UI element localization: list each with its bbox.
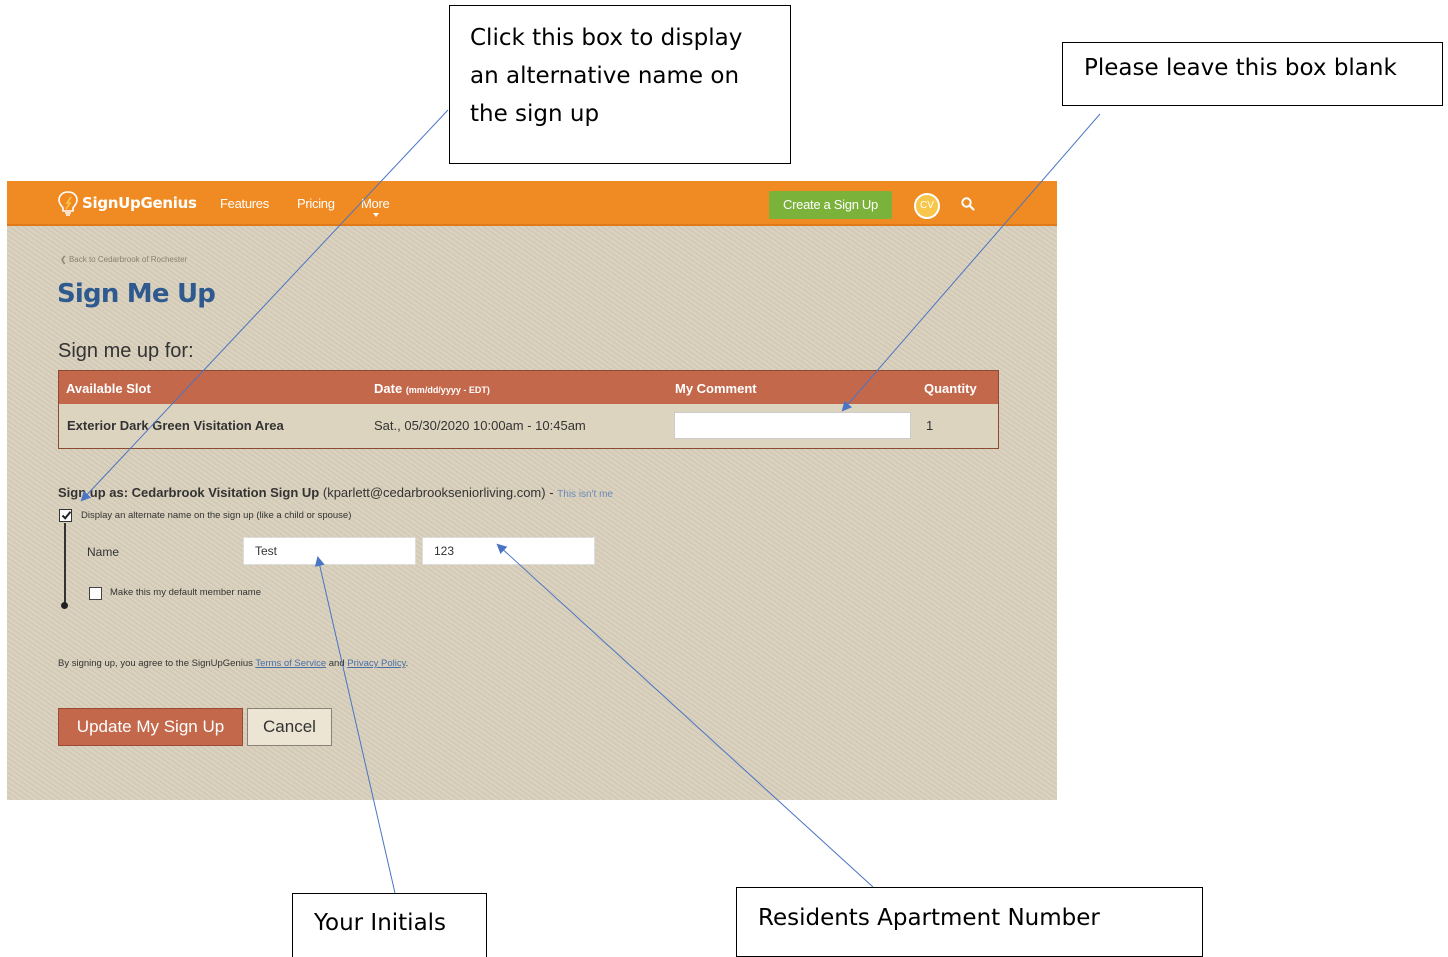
back-link[interactable]: ❮ Back to Cedarbrook of Rochester: [60, 255, 187, 264]
callout-alternate-name-line-2: an alternative name on: [470, 63, 740, 89]
header-my-comment: My Comment: [675, 381, 757, 396]
signup-as-name: Sign up as: Cedarbrook Visitation Sign U…: [58, 485, 320, 500]
cancel-button[interactable]: Cancel: [247, 708, 332, 746]
chevron-left-icon: ❮: [60, 255, 69, 264]
comment-input[interactable]: [674, 412, 911, 439]
search-icon[interactable]: [960, 196, 976, 212]
annotated-screenshot: Click this box to display an alternative…: [0, 0, 1448, 957]
callout-initials: Your Initials: [292, 893, 487, 957]
signup-as-line: Sign up as: Cedarbrook Visitation Sign U…: [58, 485, 613, 500]
callout-alternate-name-line-3: the sign up: [470, 101, 600, 127]
alternate-name-label: Display an alternate name on the sign up…: [81, 510, 352, 521]
header-available-slot: Available Slot: [66, 381, 151, 396]
update-sign-up-button[interactable]: Update My Sign Up: [58, 708, 243, 746]
agreement-text: By signing up, you agree to the SignUpGe…: [58, 658, 409, 669]
header-quantity: Quantity: [924, 381, 977, 396]
slots-table: Available Slot Date (mm/dd/yyyy - EDT) M…: [58, 370, 999, 449]
callout-alternate-name-line-1: Click this box to display: [470, 25, 743, 51]
logo-text: SignUpGenius: [82, 194, 197, 212]
name-label: Name: [87, 545, 120, 559]
signup-for-heading: Sign me up for:: [58, 340, 194, 362]
slot-name: Exterior Dark Green Visitation Area: [67, 418, 284, 433]
slot-date: Sat., 05/30/2020 10:00am - 10:45am: [374, 418, 586, 433]
default-member-name-label: Make this my default member name: [110, 587, 262, 598]
last-name-input[interactable]: 123: [422, 537, 595, 565]
header-date: Date (mm/dd/yyyy - EDT): [374, 381, 490, 396]
lightbulb-icon: [58, 191, 78, 216]
header-date-label: Date: [374, 381, 403, 396]
callout-apartment: Residents Apartment Number: [736, 887, 1203, 957]
nav-features[interactable]: Features: [220, 196, 269, 211]
page-title: Sign Me Up: [57, 279, 216, 309]
slot-quantity: 1: [926, 418, 934, 433]
alternate-section-dot: [61, 602, 68, 609]
privacy-policy-link[interactable]: Privacy Policy: [347, 658, 405, 669]
callout-leave-blank: Please leave this box blank: [1062, 42, 1443, 106]
first-name-input[interactable]: Test: [243, 537, 416, 565]
alternate-section-line: [64, 523, 66, 603]
signup-as-email: (kparlett@cedarbrookseniorliving.com) -: [322, 485, 554, 500]
checkmark-icon: [61, 511, 72, 520]
user-avatar[interactable]: CV: [914, 193, 940, 219]
signup-page-screenshot: SignUpGenius Features Pricing More Creat…: [7, 181, 1057, 800]
top-navigation-bar: SignUpGenius Features Pricing More Creat…: [7, 181, 1057, 226]
callout-apartment-text: Residents Apartment Number: [758, 905, 1100, 931]
table-row: Exterior Dark Green Visitation Area Sat.…: [59, 404, 998, 448]
callout-alternate-name: Click this box to display an alternative…: [449, 5, 791, 164]
header-date-note: (mm/dd/yyyy - EDT): [405, 385, 490, 395]
table-header-row: Available Slot Date (mm/dd/yyyy - EDT) M…: [59, 371, 998, 404]
agreement-prefix: By signing up, you agree to the SignUpGe…: [58, 658, 253, 669]
agreement-and: and: [328, 658, 345, 669]
nav-more[interactable]: More: [361, 196, 390, 211]
caret-down-icon: [373, 213, 379, 217]
callout-leave-blank-text: Please leave this box blank: [1084, 55, 1397, 81]
nav-pricing[interactable]: Pricing: [297, 196, 335, 211]
not-me-link[interactable]: This isn't me: [557, 489, 613, 500]
terms-of-service-link[interactable]: Terms of Service: [255, 658, 326, 669]
default-member-name-checkbox[interactable]: [89, 587, 102, 600]
signupgenius-logo[interactable]: SignUpGenius: [57, 190, 197, 216]
alternate-name-checkbox[interactable]: [59, 509, 72, 522]
create-sign-up-button[interactable]: Create a Sign Up: [769, 191, 892, 219]
callout-initials-text: Your Initials: [314, 910, 447, 936]
back-link-text: Back to Cedarbrook of Rochester: [68, 255, 188, 264]
